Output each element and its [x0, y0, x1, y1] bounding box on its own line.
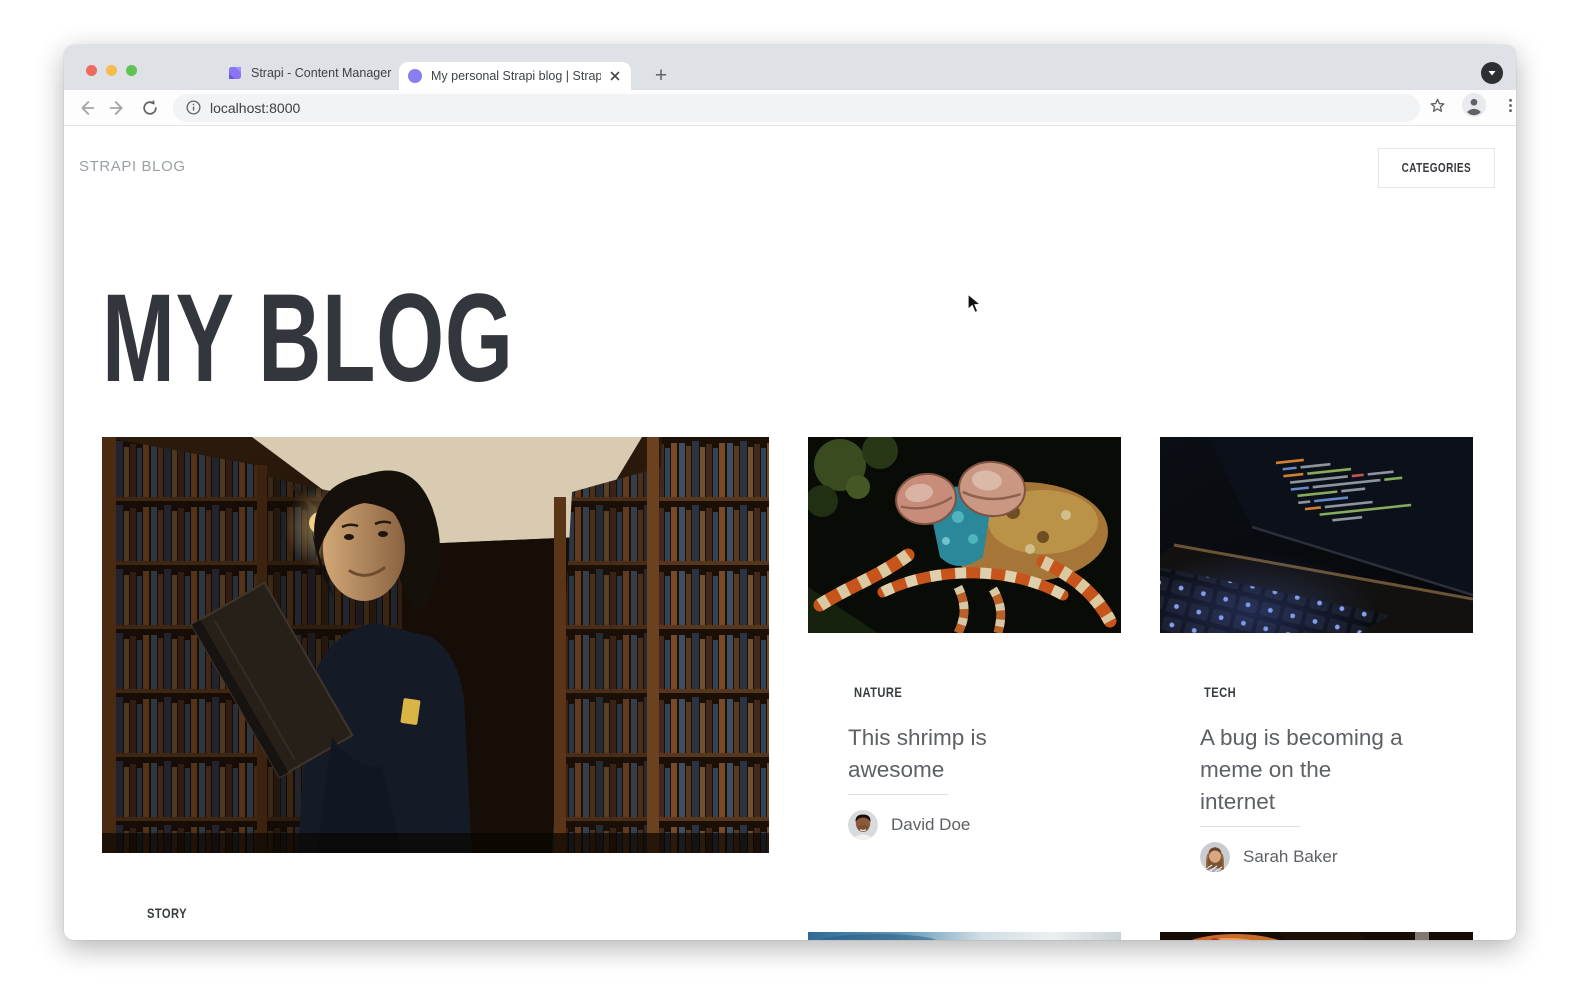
page-content: STRAPI BLOG CATEGORIES MY BLOG: [64, 126, 1516, 940]
author-name: David Doe: [891, 815, 970, 835]
article-author: David Doe: [848, 810, 1121, 840]
browser-window: Strapi - Content Manager My personal Str…: [64, 45, 1516, 940]
reload-icon: [140, 98, 160, 118]
strapi-logo-icon: [227, 65, 243, 81]
forward-button[interactable]: [106, 96, 130, 120]
new-tab-button[interactable]: +: [647, 62, 675, 90]
site-info-icon[interactable]: [185, 99, 202, 116]
divider: [848, 794, 948, 795]
man-reading-in-library-photo: [102, 437, 769, 853]
macos-minimize-button[interactable]: [106, 65, 117, 76]
article-category: STORY: [142, 905, 769, 921]
site-brand: STRAPI BLOG: [79, 158, 186, 175]
tab-strip: Strapi - Content Manager My personal Str…: [64, 45, 1516, 90]
laptop-code-photo: [1160, 437, 1473, 633]
ocean-photo[interactable]: [808, 932, 1121, 940]
article-title[interactable]: A bug is becoming a meme on the internet: [1200, 722, 1412, 818]
macos-zoom-button[interactable]: [126, 65, 137, 76]
browser-toolbar: localhost:8000: [64, 90, 1516, 126]
article-title[interactable]: This shrimp is awesome: [848, 722, 1060, 786]
address-bar[interactable]: localhost:8000: [173, 94, 1420, 122]
macos-close-button[interactable]: [86, 65, 97, 76]
profile-button[interactable]: [1461, 92, 1487, 123]
desktop: Strapi - Content Manager My personal Str…: [0, 0, 1580, 1000]
user-avatar-icon: [1461, 92, 1487, 118]
categories-button[interactable]: CATEGORIES: [1378, 148, 1495, 188]
page-title: MY BLOG: [102, 276, 690, 401]
tab-search-button[interactable]: [1481, 62, 1503, 84]
article-card-nature[interactable]: NATURE This shrimp is awesome: [808, 437, 1121, 840]
star-icon: [1428, 96, 1447, 115]
toolbar-right-icons: [1428, 92, 1516, 123]
reload-button[interactable]: [138, 96, 162, 120]
article-category: TECH: [1200, 684, 1473, 700]
forward-arrow-icon: [107, 97, 129, 119]
article-category: NATURE: [848, 684, 1121, 700]
author-name: Sarah Baker: [1243, 847, 1338, 867]
close-tab-icon[interactable]: [607, 68, 623, 84]
back-button[interactable]: [74, 96, 98, 120]
back-arrow-icon: [75, 97, 97, 119]
kebab-menu-icon: [1501, 96, 1516, 115]
bookmark-star-button[interactable]: [1428, 96, 1447, 120]
divider: [1200, 826, 1300, 827]
tab-title: My personal Strapi blog | Strap: [431, 69, 601, 83]
url-text: localhost:8000: [210, 100, 300, 116]
article-author: Sarah Baker: [1200, 842, 1473, 872]
food-photo[interactable]: [1160, 932, 1473, 940]
browser-menu-button[interactable]: [1501, 96, 1516, 120]
tab-my-blog[interactable]: My personal Strapi blog | Strap: [399, 62, 631, 90]
purple-circle-icon: [407, 68, 423, 84]
sarah-baker-avatar: [1200, 842, 1230, 872]
chevron-down-icon: [1486, 67, 1498, 79]
david-doe-avatar: [848, 810, 878, 840]
article-card-story[interactable]: STORY: [102, 437, 769, 921]
window-controls: [86, 65, 137, 76]
article-card-tech[interactable]: TECH A bug is becoming a meme on the int…: [1160, 437, 1473, 872]
mantis-shrimp-photo: [808, 437, 1121, 633]
